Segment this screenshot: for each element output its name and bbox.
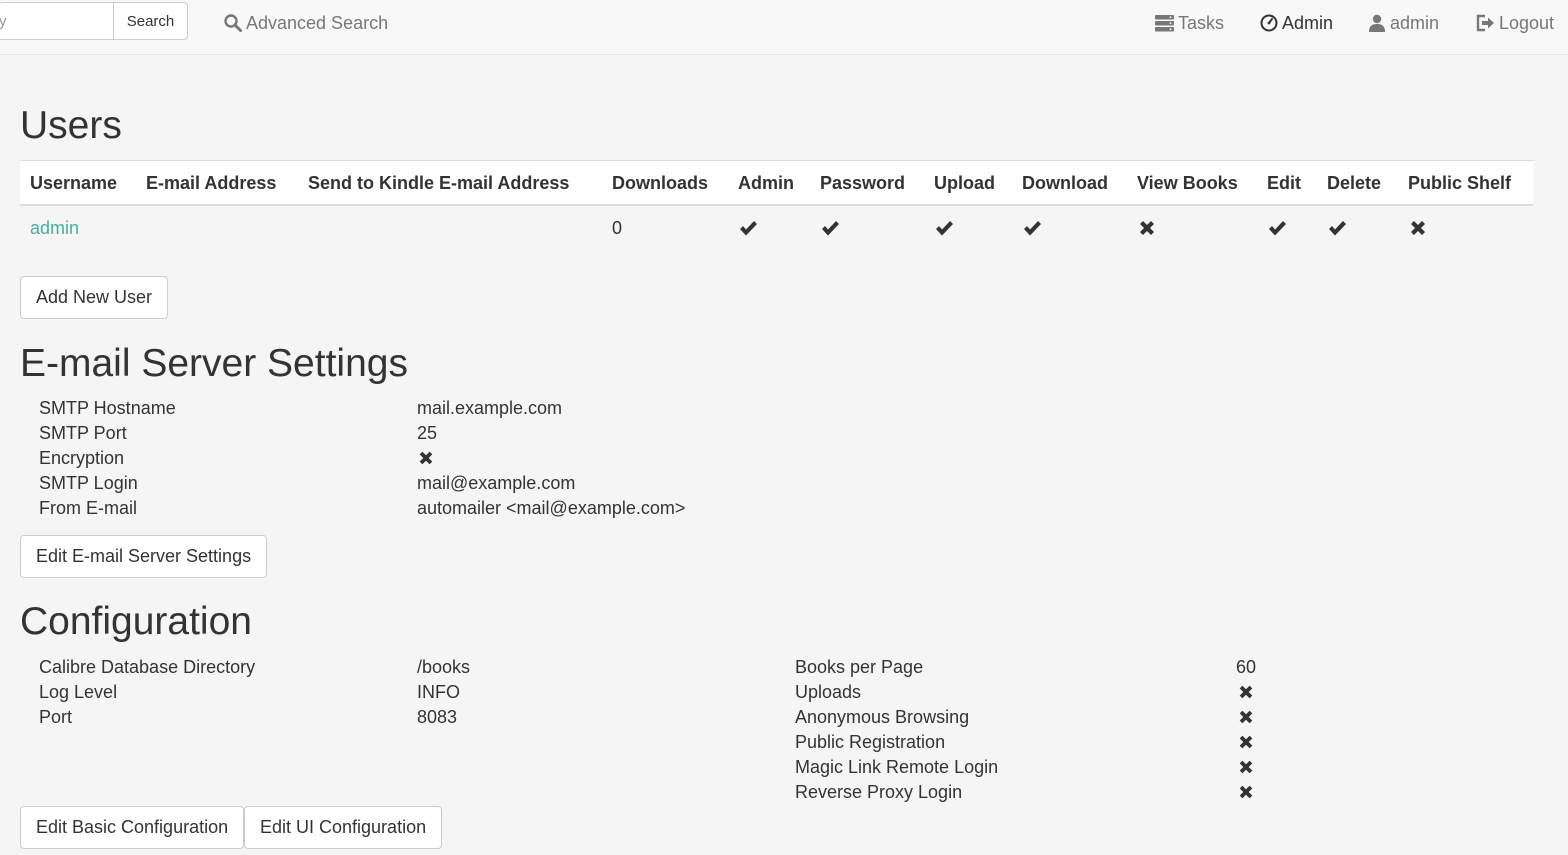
tasks-link[interactable]: Tasks [1155, 10, 1224, 36]
column-header[interactable]: E-mail Address [146, 173, 276, 194]
logout-label: Logout [1499, 12, 1555, 33]
admin-status-icon [738, 218, 758, 238]
tasks-label: Tasks [1178, 12, 1225, 33]
search-icon [224, 14, 242, 32]
magic-link-login-label: Magic Link Remote Login [795, 757, 999, 777]
view-books-status-icon [1137, 218, 1157, 238]
public-shelf-status-icon [1408, 218, 1428, 238]
check-icon [822, 221, 839, 236]
user-label: admin [1390, 12, 1440, 33]
column-header[interactable]: Password [820, 173, 905, 194]
check-icon [740, 221, 757, 236]
smtp-port-value: 25 [417, 423, 438, 443]
edit-email-settings-button[interactable]: Edit E-mail Server Settings [20, 535, 268, 578]
reverse-proxy-login-label: Reverse Proxy Login [795, 782, 963, 802]
cross-icon [1239, 785, 1253, 799]
smtp-login-value: mail@example.com [417, 473, 576, 493]
advanced-search-label: Advanced Search [246, 12, 389, 33]
log-level-value: INFO [417, 682, 460, 702]
column-header[interactable]: Admin [738, 173, 794, 194]
users-table-header: Username E-mail Address Send to Kindle E… [20, 160, 1533, 206]
books-per-page-value: 60 [1236, 657, 1257, 677]
add-new-user-button[interactable]: Add New User [20, 276, 169, 319]
anonymous-browsing-status-icon [1237, 708, 1255, 726]
admin-link[interactable]: Admin [1260, 10, 1333, 36]
tasks-icon [1155, 14, 1174, 31]
cross-icon [1239, 760, 1253, 774]
port-label: Port [39, 707, 73, 727]
users-table: Username E-mail Address Send to Kindle E… [20, 160, 1533, 251]
port-value: 8083 [417, 707, 458, 727]
reverse-proxy-login-status-icon [1237, 783, 1255, 801]
table-row: admin 0 [20, 206, 1533, 251]
column-header[interactable]: Download [1022, 173, 1108, 194]
column-header[interactable]: Public Shelf [1408, 173, 1511, 194]
smtp-port-label: SMTP Port [39, 423, 127, 443]
column-header[interactable]: Upload [934, 173, 995, 194]
delete-status-icon [1327, 218, 1347, 238]
column-header[interactable]: Username [30, 173, 117, 194]
search-input[interactable] [0, 2, 114, 40]
column-header[interactable]: Send to Kindle E-mail Address [308, 173, 569, 194]
column-header[interactable]: View Books [1137, 173, 1238, 194]
check-icon [1024, 221, 1041, 236]
configuration-heading: Configuration [20, 600, 252, 643]
calibre-db-dir-value: /books [417, 657, 471, 677]
user-profile-link[interactable]: admin [1368, 10, 1439, 36]
uploads-label: Uploads [795, 682, 862, 702]
logout-link[interactable]: Logout [1476, 10, 1554, 36]
encryption-status-icon [417, 449, 435, 467]
uploads-status-icon [1237, 683, 1255, 701]
public-registration-label: Public Registration [795, 732, 946, 752]
check-icon [1329, 221, 1346, 236]
dashboard-icon [1260, 14, 1278, 32]
email-settings-heading: E-mail Server Settings [20, 342, 408, 385]
logout-icon [1476, 14, 1494, 32]
username-link[interactable]: admin [30, 218, 79, 239]
check-icon [1269, 221, 1286, 236]
cross-icon [1411, 221, 1425, 235]
top-navbar: Search Advanced Search Tasks Admin [0, 0, 1568, 55]
user-icon [1369, 14, 1385, 32]
cross-icon [1239, 710, 1253, 724]
upload-status-icon [934, 218, 954, 238]
advanced-search-link[interactable]: Advanced Search [224, 10, 388, 36]
admin-label: Admin [1282, 12, 1334, 33]
cross-icon [419, 451, 433, 465]
edit-basic-configuration-button[interactable]: Edit Basic Configuration [20, 806, 245, 849]
smtp-hostname-label: SMTP Hostname [39, 398, 176, 418]
encryption-label: Encryption [39, 448, 125, 468]
magic-link-login-status-icon [1237, 758, 1255, 776]
edit-ui-configuration-button[interactable]: Edit UI Configuration [244, 806, 443, 849]
from-email-label: From E-mail [39, 498, 137, 518]
password-status-icon [820, 218, 840, 238]
books-per-page-label: Books per Page [795, 657, 924, 677]
column-header[interactable]: Downloads [612, 173, 708, 194]
cross-icon [1140, 221, 1154, 235]
edit-status-icon [1267, 218, 1287, 238]
smtp-login-label: SMTP Login [39, 473, 138, 493]
downloads-cell: 0 [612, 218, 623, 238]
anonymous-browsing-label: Anonymous Browsing [795, 707, 970, 727]
from-email-value: automailer <mail@example.com> [417, 498, 686, 518]
cross-icon [1239, 685, 1253, 699]
users-heading: Users [20, 104, 122, 147]
check-icon [936, 221, 953, 236]
column-header[interactable]: Edit [1267, 173, 1301, 194]
cross-icon [1239, 735, 1253, 749]
download-status-icon [1022, 218, 1042, 238]
public-registration-status-icon [1237, 733, 1255, 751]
smtp-hostname-value: mail.example.com [417, 398, 563, 418]
column-header[interactable]: Delete [1327, 173, 1381, 194]
calibre-db-dir-label: Calibre Database Directory [39, 657, 256, 677]
log-level-label: Log Level [39, 682, 118, 702]
search-button[interactable]: Search [113, 2, 188, 40]
